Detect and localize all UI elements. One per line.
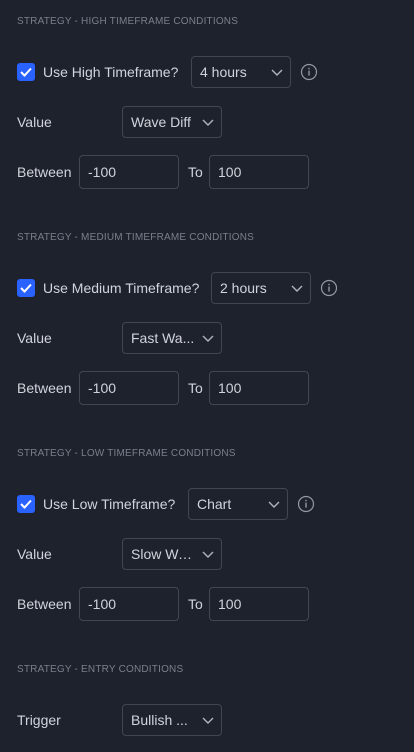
- select-value: Bullish ...: [131, 712, 188, 728]
- medium-between-from-input[interactable]: -100: [79, 371, 179, 405]
- checkmark-icon: [20, 499, 32, 509]
- select-value: Wave Diff: [131, 114, 191, 130]
- low-between-from-input[interactable]: -100: [79, 587, 179, 621]
- value-label: Value: [17, 546, 52, 562]
- use-low-timeframe-label[interactable]: Use Low Timeframe?: [43, 496, 175, 512]
- medium-timeframe-select[interactable]: 2 hours: [211, 272, 311, 304]
- use-low-timeframe-checkbox[interactable]: [17, 495, 35, 513]
- checkmark-icon: [20, 67, 32, 77]
- section-title: STRATEGY - ENTRY CONDITIONS: [17, 664, 184, 675]
- info-icon[interactable]: [297, 495, 315, 513]
- value-label: Value: [17, 330, 52, 346]
- medium-between-to-input[interactable]: 100: [209, 371, 309, 405]
- info-icon[interactable]: [300, 63, 318, 81]
- section-title: STRATEGY - LOW TIMEFRAME CONDITIONS: [17, 448, 236, 459]
- high-between-from-input[interactable]: -100: [79, 155, 179, 189]
- chevron-down-icon: [261, 501, 287, 508]
- use-medium-timeframe-checkbox[interactable]: [17, 279, 35, 297]
- low-timeframe-select[interactable]: Chart: [188, 488, 288, 520]
- high-between-to-input[interactable]: 100: [209, 155, 309, 189]
- high-timeframe-select[interactable]: 4 hours: [191, 56, 291, 88]
- section-title: STRATEGY - MEDIUM TIMEFRAME CONDITIONS: [17, 232, 255, 243]
- between-label: Between: [17, 380, 72, 396]
- between-label: Between: [17, 596, 72, 612]
- checkmark-icon: [20, 283, 32, 293]
- to-label: To: [188, 164, 203, 180]
- chevron-down-icon: [195, 551, 221, 558]
- select-value: Chart: [197, 496, 232, 512]
- use-medium-timeframe-label[interactable]: Use Medium Timeframe?: [43, 280, 199, 296]
- medium-value-select[interactable]: Fast Wa...: [122, 322, 222, 354]
- chevron-down-icon: [264, 69, 290, 76]
- high-value-select[interactable]: Wave Diff: [122, 106, 222, 138]
- select-value: 2 hours: [220, 280, 267, 296]
- chevron-down-icon: [195, 717, 221, 724]
- trigger-select[interactable]: Bullish ...: [122, 704, 222, 736]
- section-title: STRATEGY - HIGH TIMEFRAME CONDITIONS: [17, 16, 239, 27]
- info-icon[interactable]: [320, 279, 338, 297]
- low-value-select[interactable]: Slow Wa...: [122, 538, 222, 570]
- select-value: Slow Wa...: [131, 546, 195, 562]
- value-label: Value: [17, 114, 52, 130]
- between-label: Between: [17, 164, 72, 180]
- select-value: 4 hours: [200, 64, 247, 80]
- to-label: To: [188, 380, 203, 396]
- to-label: To: [188, 596, 203, 612]
- select-value: Fast Wa...: [131, 330, 195, 346]
- low-between-to-input[interactable]: 100: [209, 587, 309, 621]
- chevron-down-icon: [195, 335, 221, 342]
- chevron-down-icon: [284, 285, 310, 292]
- chevron-down-icon: [195, 119, 221, 126]
- use-high-timeframe-label[interactable]: Use High Timeframe?: [43, 64, 178, 80]
- use-high-timeframe-checkbox[interactable]: [17, 63, 35, 81]
- trigger-label: Trigger: [17, 712, 61, 728]
